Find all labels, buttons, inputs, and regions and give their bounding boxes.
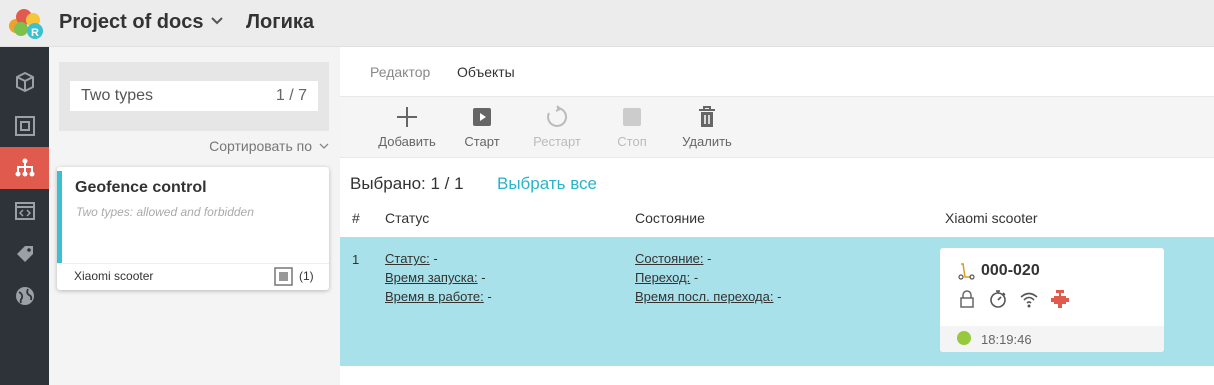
launch-time-key[interactable]: Время запуска:	[385, 270, 478, 285]
left-panel: 1 / 7 Сортировать по Geofence control Tw…	[49, 47, 340, 385]
chevron-down-icon	[319, 143, 329, 149]
device-id: 000-020	[981, 262, 1040, 279]
scooter-icon	[958, 263, 975, 280]
state-cell: Состояние: - Переход: - Время посл. пере…	[635, 249, 781, 306]
state-value: -	[703, 251, 712, 266]
row-number: 1	[352, 252, 360, 267]
stopwatch-icon	[990, 290, 1006, 308]
status-cell: Статус: - Время запуска: - Время в работ…	[385, 249, 492, 306]
play-icon	[473, 108, 491, 126]
chevron-down-icon[interactable]	[209, 13, 225, 29]
main-content: Редактор Объекты Добавить Старт Рестарт …	[340, 47, 1214, 385]
sidebar	[0, 47, 49, 385]
wifi-icon	[1020, 292, 1038, 308]
select-all-link[interactable]: Выбрать все	[497, 174, 597, 194]
logic-card[interactable]: Geofence control Two types: allowed and …	[57, 167, 329, 290]
last-transition-key[interactable]: Время посл. перехода:	[635, 289, 773, 304]
sidebar-item-objects[interactable]	[0, 105, 49, 147]
column-header-state[interactable]: Состояние	[635, 210, 705, 226]
top-bar: R Project of docs Логика	[0, 0, 1214, 47]
code-window-icon	[14, 202, 35, 220]
card-footer: Xiaomi scooter (1)	[57, 263, 329, 290]
card-device-type: Xiaomi scooter	[74, 269, 154, 283]
app-logo[interactable]: R	[6, 6, 46, 40]
transition-key[interactable]: Переход:	[635, 270, 690, 285]
device-last-seen-time: 18:19:46	[981, 332, 1032, 347]
column-header-status[interactable]: Статус	[385, 210, 429, 226]
restart-icon	[547, 105, 568, 127]
card-description: Two types: allowed and forbidden	[76, 205, 254, 219]
project-title[interactable]: Project of docs	[59, 11, 203, 34]
tag-icon	[16, 246, 33, 262]
status-key[interactable]: Статус:	[385, 251, 430, 266]
uptime-value: -	[483, 289, 492, 304]
device-card-footer: 18:19:46	[940, 326, 1164, 352]
toolbar: Добавить Старт Рестарт Стоп Удалить	[340, 97, 1214, 158]
status-value: -	[429, 251, 438, 266]
card-object-count: (1)	[299, 269, 314, 283]
sort-dropdown[interactable]: Сортировать по	[209, 138, 330, 154]
sort-label: Сортировать по	[209, 138, 312, 154]
tab-editor[interactable]: Редактор	[370, 64, 430, 80]
delete-button[interactable]: Удалить	[672, 105, 742, 153]
table-row[interactable]: 1 Статус: - Время запуска: - Время в раб…	[340, 237, 1214, 366]
sidebar-item-tags[interactable]	[0, 233, 49, 275]
last-transition-value: -	[773, 289, 782, 304]
logic-tree-icon	[15, 158, 34, 177]
transition-value: -	[690, 270, 699, 285]
svg-text:R: R	[31, 27, 39, 39]
globe-icon	[15, 287, 34, 305]
tab-objects[interactable]: Объекты	[457, 64, 515, 80]
lock-icon	[960, 290, 974, 308]
start-button[interactable]: Старт	[447, 105, 517, 153]
cube-icon	[15, 72, 34, 92]
state-key[interactable]: Состояние:	[635, 251, 703, 266]
trash-icon	[699, 106, 715, 127]
sidebar-item-logic[interactable]	[0, 147, 49, 189]
uptime-key[interactable]: Время в работе:	[385, 289, 484, 304]
stop-button[interactable]: Стоп	[597, 105, 667, 153]
column-header-num: #	[352, 210, 360, 226]
stop-icon	[623, 108, 641, 126]
restart-button[interactable]: Рестарт	[522, 105, 592, 153]
engine-off-icon	[1051, 290, 1069, 308]
card-accent-bar	[57, 171, 62, 263]
sidebar-item-geo[interactable]	[0, 275, 49, 317]
add-button[interactable]: Добавить	[372, 105, 442, 153]
device-card[interactable]: 000-020 18:19:46	[940, 248, 1164, 352]
object-square-icon	[274, 267, 293, 286]
sidebar-item-code[interactable]	[0, 190, 49, 232]
section-title: Логика	[246, 11, 315, 33]
search-container: 1 / 7	[59, 62, 329, 131]
object-square-icon	[14, 116, 35, 136]
column-header-device[interactable]: Xiaomi scooter	[945, 210, 1038, 226]
device-status-icons	[957, 289, 1070, 309]
sidebar-item-devices[interactable]	[0, 61, 49, 103]
search-result-count: 1 / 7	[275, 87, 307, 104]
tab-bar: Редактор Объекты	[340, 47, 1214, 97]
online-status-dot	[957, 331, 971, 345]
launch-time-value: -	[477, 270, 486, 285]
plus-icon	[397, 107, 417, 127]
card-title: Geofence control	[75, 179, 207, 196]
selection-count: Выбрано: 1 / 1	[350, 174, 464, 193]
